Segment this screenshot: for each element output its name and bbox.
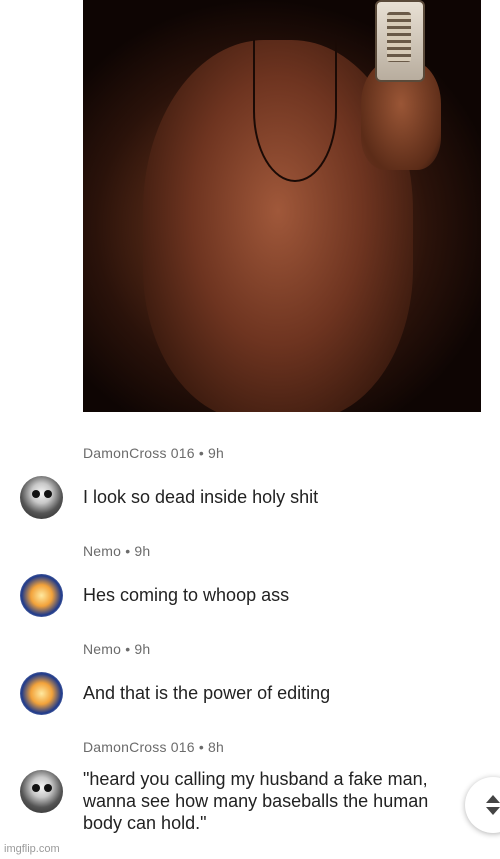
avatar-eye-icon — [44, 784, 52, 792]
post-photo[interactable] — [83, 0, 481, 412]
comment-text-line: "heard you calling my husband a fake man… — [83, 769, 428, 789]
comment-meta: Nemo • 9h — [83, 641, 151, 657]
photo-necklace — [253, 40, 337, 182]
comment-text: "heard you calling my husband a fake man… — [83, 768, 428, 834]
comment-text: And that is the power of editing — [83, 683, 331, 703]
comment-meta: DamonCross 016 • 9h — [83, 445, 224, 461]
avatar[interactable] — [20, 476, 63, 519]
scroll-button[interactable] — [465, 777, 500, 833]
avatar[interactable] — [20, 672, 63, 715]
comment-text-line: wanna see how many baseballs the human — [83, 791, 429, 811]
comment-text-line: body can hold." — [83, 813, 207, 833]
avatar-eye-icon — [32, 490, 40, 498]
comment-text: Hes coming to whoop ass — [83, 585, 290, 605]
comment-meta: DamonCross 016 • 8h — [83, 739, 224, 755]
avatar[interactable] — [20, 770, 63, 813]
photo-phone — [375, 0, 425, 82]
avatar[interactable] — [20, 574, 63, 617]
avatar-eye-icon — [32, 784, 40, 792]
comment-meta: Nemo • 9h — [83, 543, 151, 559]
watermark: imgflip.com — [4, 843, 60, 855]
comment-text: I look so dead inside holy shit — [83, 487, 319, 507]
up-down-arrows-icon — [486, 795, 500, 815]
avatar-eye-icon — [44, 490, 52, 498]
